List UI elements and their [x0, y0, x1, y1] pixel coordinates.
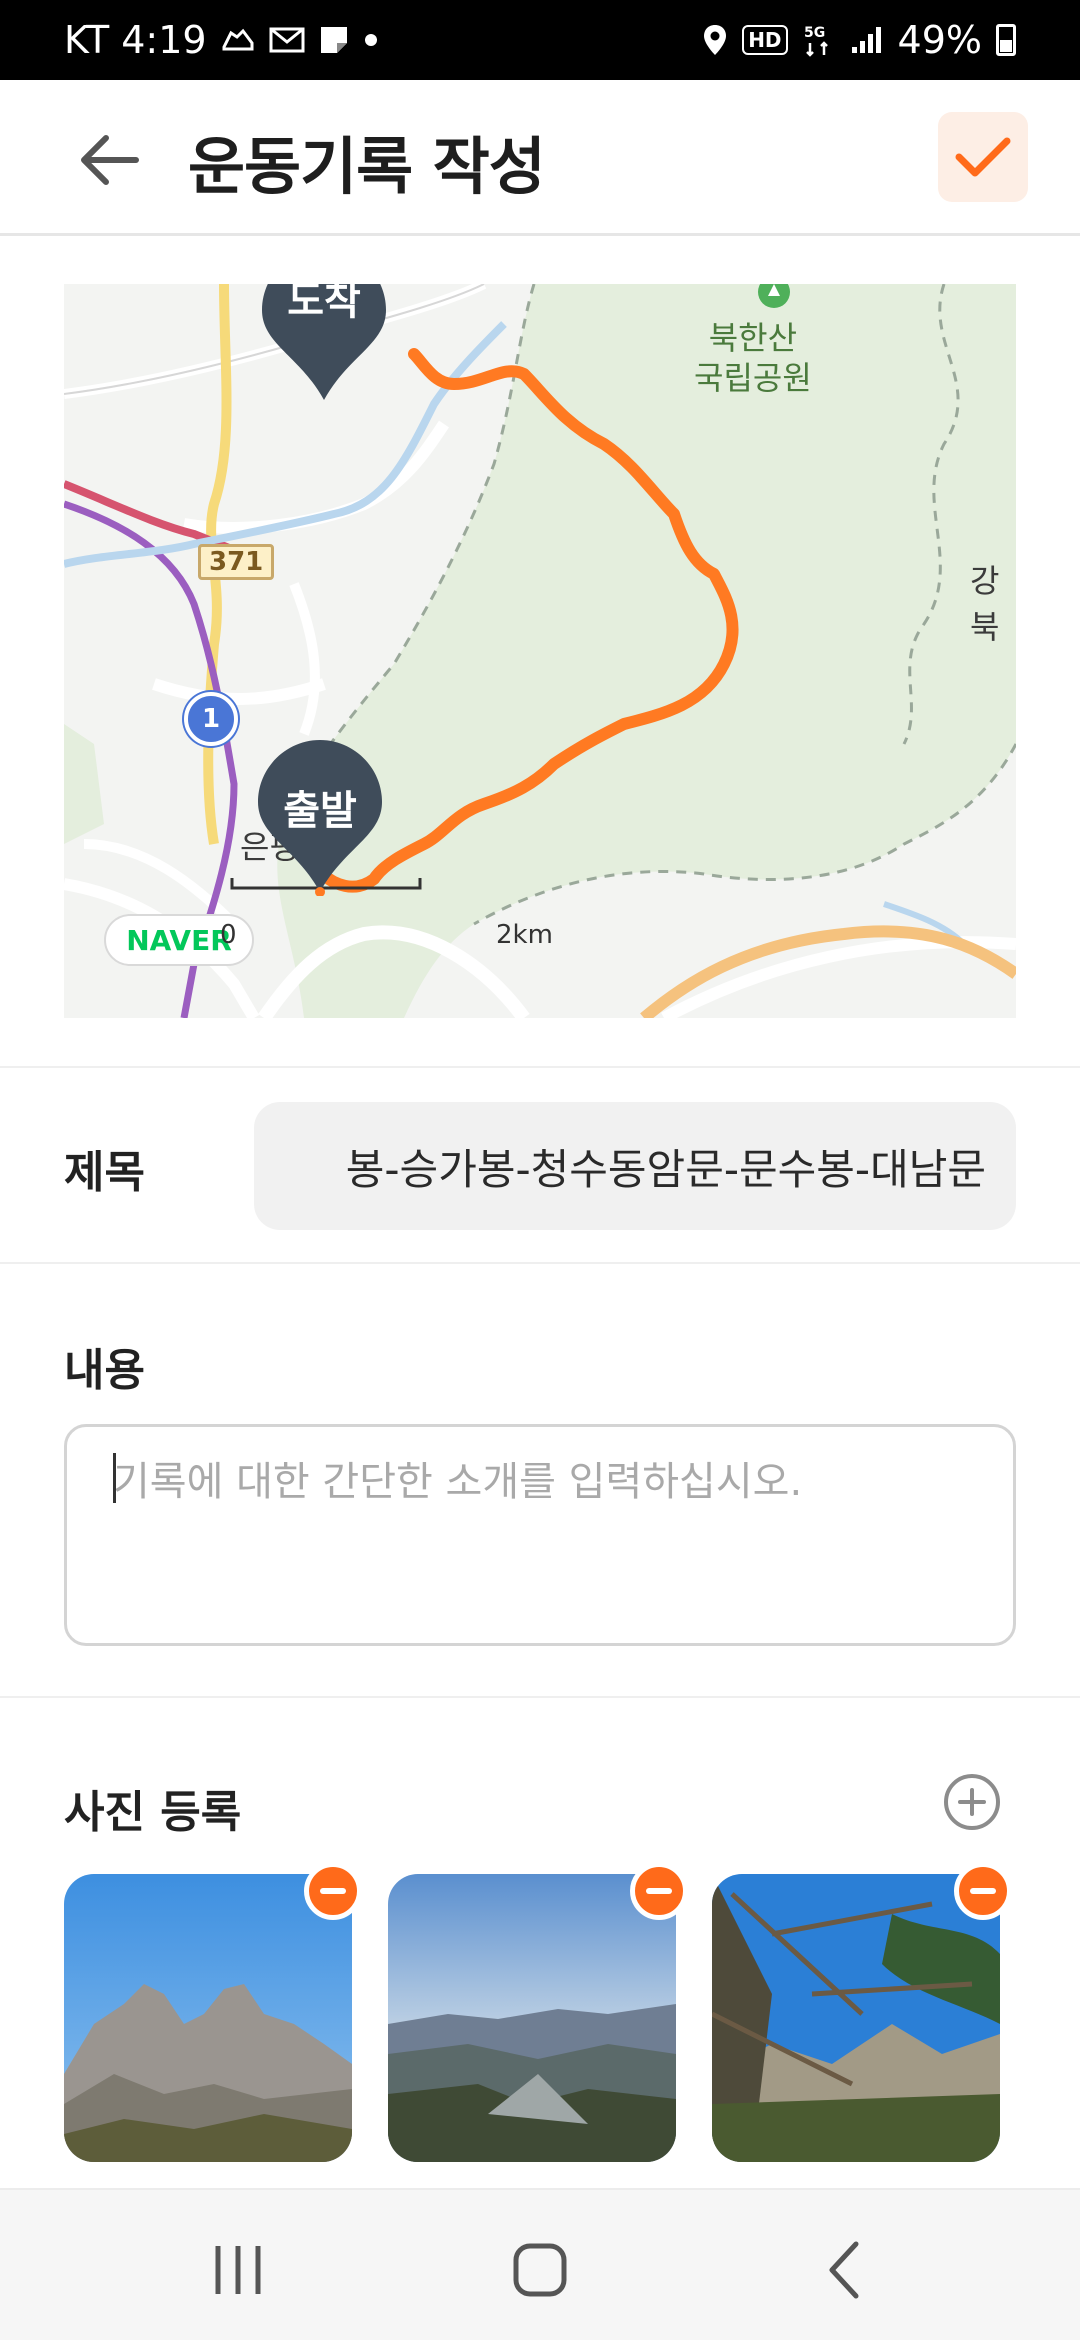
mountain-peaks-photo	[64, 1874, 352, 2162]
route-number-badge: 371	[198, 544, 275, 580]
5g-icon: 5G	[802, 23, 836, 57]
departure-label: 출발	[283, 788, 357, 834]
highway-badge: 1	[184, 692, 238, 746]
mail-icon	[269, 26, 305, 54]
home-button[interactable]	[490, 2230, 590, 2310]
carrier-time: KT 4:19	[64, 18, 207, 62]
arrival-label: 도착	[287, 284, 361, 324]
remove-photo-1-button[interactable]	[304, 1862, 362, 1920]
status-left: KT 4:19	[64, 18, 379, 62]
minus-icon	[320, 1888, 346, 1894]
route-map[interactable]: 북한산 국립공원 강북 은평 371 1 도착 출발 NAVER 0 2km	[64, 284, 1016, 1018]
photo-thumbnail-3[interactable]	[712, 1874, 1000, 2162]
photo-thumbnail-1[interactable]	[64, 1874, 352, 2162]
home-icon	[513, 2243, 567, 2297]
sneaker-icon	[221, 25, 255, 55]
location-icon	[702, 23, 728, 57]
hd-icon: HD	[742, 25, 788, 55]
divider	[0, 1066, 1080, 1068]
plus-icon	[958, 1788, 986, 1816]
status-bar: KT 4:19 HD 5G 49%	[0, 0, 1080, 80]
content-textarea[interactable]: 기록에 대한 간단한 소개를 입력하십시오.	[64, 1424, 1016, 1646]
scale-start: 0	[220, 920, 237, 950]
scale-end: 2km	[496, 920, 553, 950]
status-right: HD 5G 49%	[702, 18, 1016, 62]
svg-text:5G: 5G	[804, 25, 825, 41]
back-button[interactable]	[70, 124, 150, 196]
arrival-pin[interactable]: 도착	[260, 284, 388, 404]
departure-pin[interactable]: 출발	[256, 738, 384, 896]
content-label: 내용	[64, 1345, 145, 1396]
divider	[0, 1262, 1080, 1264]
map-canvas	[64, 284, 1016, 1018]
dot-icon	[363, 32, 379, 48]
recent-apps-button[interactable]	[188, 2230, 288, 2310]
arrow-left-icon	[81, 135, 139, 185]
park-name-line2: 국립공원	[694, 359, 812, 397]
add-photo-button[interactable]	[944, 1774, 1000, 1830]
park-name-line1: 북한산	[708, 319, 798, 357]
district-label: 강북	[970, 562, 1000, 646]
recent-apps-icon	[215, 2246, 261, 2294]
note-icon	[319, 25, 349, 55]
minus-icon	[646, 1888, 672, 1894]
remove-photo-2-button[interactable]	[630, 1862, 688, 1920]
app-header: 운동기록 작성	[0, 80, 1080, 236]
system-back-button[interactable]	[794, 2230, 894, 2310]
park-name: 북한산 국립공원	[694, 318, 812, 398]
pine-tree-photo	[712, 1874, 1000, 2162]
confirm-button[interactable]	[938, 112, 1028, 202]
system-nav-bar	[0, 2188, 1080, 2340]
battery-icon	[996, 24, 1016, 56]
title-input[interactable]: 봉-승가봉-청수동암문-문수봉-대남문	[254, 1102, 1016, 1230]
minus-icon	[970, 1888, 996, 1894]
text-caret	[113, 1453, 116, 1503]
title-label: 제목	[64, 1147, 145, 1198]
content-placeholder: 기록에 대한 간단한 소개를 입력하십시오.	[113, 1459, 803, 1505]
divider	[0, 1696, 1080, 1698]
check-icon	[955, 137, 1011, 177]
valley-view-photo	[388, 1874, 676, 2162]
battery-percent: 49%	[897, 18, 982, 62]
page-title: 운동기록 작성	[188, 130, 546, 203]
photo-thumbnail-2[interactable]	[388, 1874, 676, 2162]
photo-label: 사진 등록	[64, 1787, 242, 1838]
back-icon	[829, 2241, 859, 2299]
signal-icon	[850, 25, 884, 55]
remove-photo-3-button[interactable]	[954, 1862, 1012, 1920]
title-value: 봉-승가봉-청수동암문-문수봉-대남문	[345, 1144, 986, 1194]
